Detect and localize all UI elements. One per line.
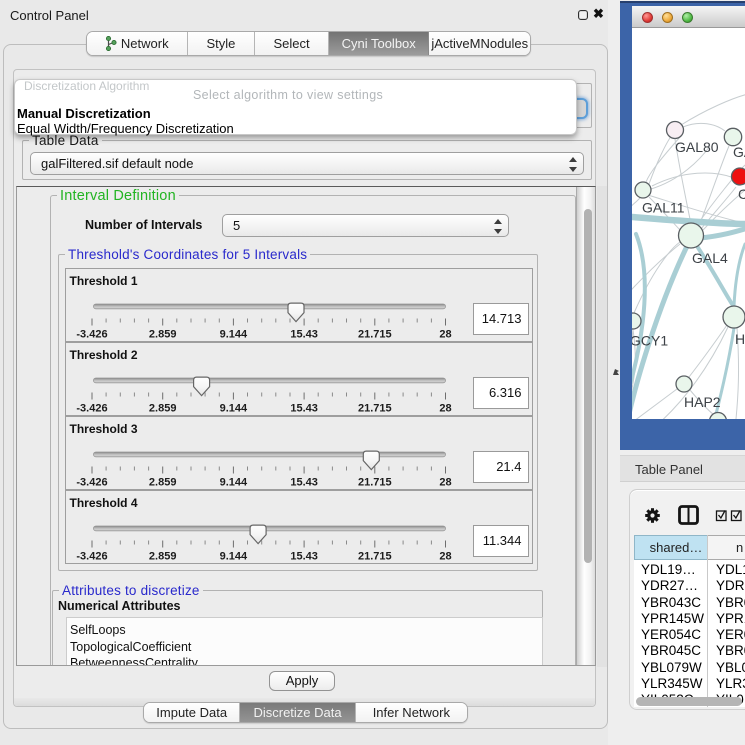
svg-text:-3.426: -3.426 bbox=[76, 329, 107, 341]
svg-text:2.859: 2.859 bbox=[148, 403, 176, 415]
svg-text:2.859: 2.859 bbox=[148, 329, 176, 341]
svg-text:-3.426: -3.426 bbox=[76, 477, 107, 489]
svg-text:-3.426: -3.426 bbox=[76, 551, 107, 563]
svg-text:H: H bbox=[735, 331, 745, 347]
svg-text:9.144: 9.144 bbox=[219, 329, 247, 341]
svg-text:9.144: 9.144 bbox=[219, 551, 247, 563]
svg-text:28: 28 bbox=[439, 329, 451, 341]
svg-text:28: 28 bbox=[439, 477, 451, 489]
svg-text:21.715: 21.715 bbox=[357, 403, 391, 415]
svg-text:15.43: 15.43 bbox=[290, 477, 318, 489]
svg-text:2.859: 2.859 bbox=[148, 477, 176, 489]
svg-text:9.144: 9.144 bbox=[219, 403, 247, 415]
svg-text:GAL11: GAL11 bbox=[642, 200, 685, 216]
svg-text:21.715: 21.715 bbox=[357, 329, 391, 341]
svg-text:21.715: 21.715 bbox=[357, 551, 391, 563]
svg-text:GAL80: GAL80 bbox=[675, 139, 719, 155]
svg-text:GA: GA bbox=[733, 144, 745, 160]
svg-text:28: 28 bbox=[439, 551, 451, 563]
svg-text:2.859: 2.859 bbox=[148, 551, 176, 563]
svg-text:9.144: 9.144 bbox=[219, 477, 247, 489]
svg-text:HAP2: HAP2 bbox=[684, 394, 721, 410]
svg-text:C: C bbox=[738, 186, 745, 202]
svg-text:15.43: 15.43 bbox=[290, 403, 318, 415]
svg-text:28: 28 bbox=[439, 403, 451, 415]
svg-text:15.43: 15.43 bbox=[290, 329, 318, 341]
svg-text:GCY1: GCY1 bbox=[632, 333, 668, 349]
svg-text:15.43: 15.43 bbox=[290, 551, 318, 563]
svg-text:GAL4: GAL4 bbox=[692, 250, 728, 266]
svg-text:-3.426: -3.426 bbox=[76, 403, 107, 415]
svg-text:21.715: 21.715 bbox=[357, 477, 391, 489]
